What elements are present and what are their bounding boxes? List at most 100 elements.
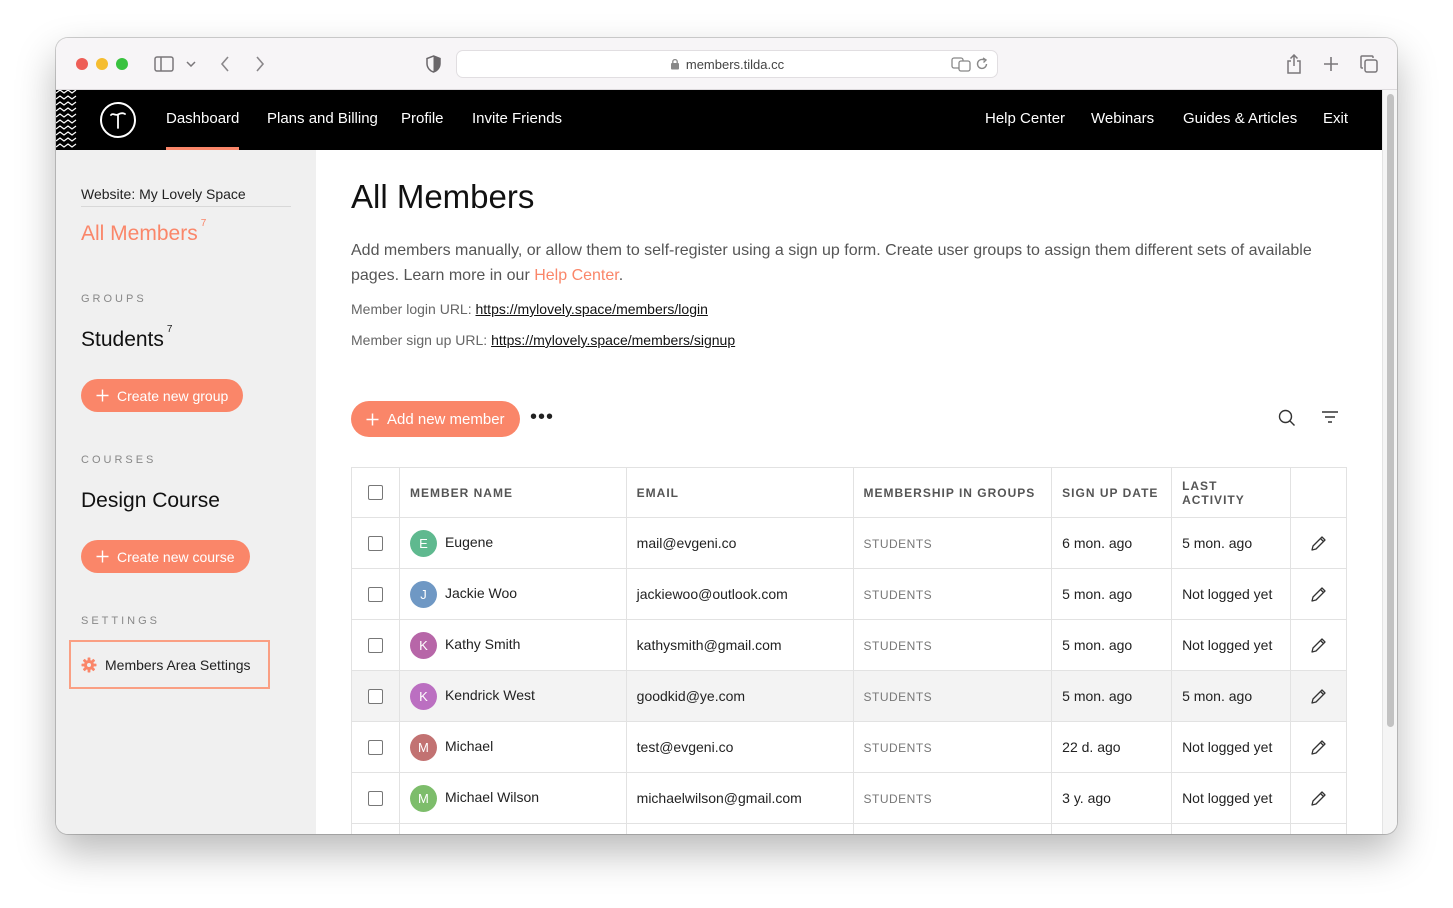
table-row[interactable]: K Kathy Smith kathysmith@gmail.com STUDENTS… bbox=[351, 619, 1347, 671]
table-row[interactable]: M Michael test@evgeni.co STUDENTS 22 d. ago N… bbox=[351, 721, 1347, 773]
translate-icon[interactable] bbox=[951, 56, 971, 75]
sidebar-item-design-course[interactable]: Design Course bbox=[81, 489, 220, 513]
table-row[interactable]: M Michael Wilson michaelwilson@gmail.com ST… bbox=[351, 772, 1347, 824]
nav-plans-billing[interactable]: Plans and Billing bbox=[267, 90, 378, 150]
signup-date: 5 mon. ago bbox=[1051, 670, 1173, 722]
edit-pencil-icon[interactable] bbox=[1301, 688, 1336, 705]
chevron-down-icon[interactable] bbox=[185, 52, 197, 76]
edit-pencil-icon[interactable] bbox=[1301, 535, 1336, 552]
last-activity: Not logged yet bbox=[1171, 619, 1292, 671]
column-header-email[interactable]: EMAIL bbox=[625, 467, 854, 518]
member-name[interactable]: Kendrick West bbox=[445, 687, 535, 703]
column-header-name[interactable]: MEMBER NAME bbox=[398, 467, 627, 518]
edit-cell bbox=[1290, 568, 1347, 620]
nav-invite-friends[interactable]: Invite Friends bbox=[472, 90, 562, 150]
select-all-cell bbox=[351, 467, 400, 518]
row-checkbox[interactable] bbox=[367, 638, 383, 654]
table-row[interactable]: K Kendrick West goodkid@ye.com STUDENTS 5 mo… bbox=[351, 670, 1347, 722]
member-name[interactable]: Michael bbox=[445, 738, 493, 754]
help-center-link[interactable]: Help Center bbox=[534, 267, 619, 284]
minimize-window-button[interactable] bbox=[96, 58, 108, 70]
zoom-window-button[interactable] bbox=[116, 58, 128, 70]
description-end: . bbox=[618, 267, 624, 284]
search-icon[interactable] bbox=[1278, 409, 1296, 427]
settings-item-label: Members Area Settings bbox=[105, 656, 251, 673]
nav-webinars[interactable]: Webinars bbox=[1091, 90, 1154, 150]
member-name-cell: K Kendrick West bbox=[398, 670, 627, 722]
shield-icon[interactable] bbox=[424, 52, 442, 76]
nav-profile[interactable]: Profile bbox=[401, 90, 444, 150]
address-bar[interactable]: members.tilda.cc bbox=[456, 50, 998, 78]
sidebar: Website: My Lovely Space All Members 7 GR… bbox=[56, 150, 316, 834]
edit-pencil-icon[interactable] bbox=[1301, 637, 1336, 654]
sidebar-item-students[interactable]: Students 7 bbox=[81, 324, 172, 352]
row-select-cell bbox=[351, 619, 400, 671]
share-icon[interactable] bbox=[1284, 52, 1304, 76]
row-checkbox[interactable] bbox=[367, 740, 383, 756]
nav-exit[interactable]: Exit bbox=[1323, 90, 1348, 150]
create-course-button[interactable]: Create new course bbox=[81, 540, 250, 573]
group-tag: STUDENTS bbox=[863, 690, 933, 704]
reload-icon[interactable] bbox=[975, 56, 989, 75]
row-checkbox[interactable] bbox=[367, 791, 383, 807]
sidebar-item-all-members[interactable]: All Members 7 bbox=[81, 218, 206, 246]
lock-icon bbox=[670, 58, 680, 70]
plus-icon bbox=[96, 550, 109, 563]
members-area-settings-item[interactable]: Members Area Settings bbox=[69, 640, 270, 689]
tab-overview-icon[interactable] bbox=[1358, 52, 1380, 76]
edit-cell bbox=[1290, 721, 1347, 773]
close-window-button[interactable] bbox=[76, 58, 88, 70]
page-description: Add members manually, or allow them to s… bbox=[351, 238, 1361, 288]
member-email: jackiewoo@outlook.com bbox=[625, 568, 854, 620]
table-row[interactable]: E Eugene mail@evgeni.co STUDENTS 6 mon. ago 5… bbox=[351, 517, 1347, 569]
edit-pencil-icon[interactable] bbox=[1301, 586, 1336, 603]
more-options-button[interactable]: ••• bbox=[530, 406, 554, 429]
last-activity: Not logged yet bbox=[1171, 721, 1292, 773]
row-checkbox[interactable] bbox=[367, 689, 383, 705]
table-row[interactable]: J Jackie Woo jackiewoo@outlook.com STUDENTS… bbox=[351, 568, 1347, 620]
website-label[interactable]: Website: My Lovely Space bbox=[81, 186, 291, 207]
table-header-row: MEMBER NAME EMAIL MEMBERSHIP IN GROUPS S… bbox=[351, 467, 1347, 518]
login-url-link[interactable]: https://mylovely.space/members/login bbox=[476, 301, 708, 317]
member-name-cell: J Jackie Woo bbox=[398, 568, 627, 620]
scrollbar-thumb[interactable] bbox=[1387, 94, 1394, 727]
column-header-signup[interactable]: SIGN UP DATE bbox=[1051, 467, 1173, 518]
select-all-checkbox[interactable] bbox=[367, 485, 383, 501]
nav-guides-articles[interactable]: Guides & Articles bbox=[1183, 90, 1297, 150]
row-select-cell bbox=[351, 721, 400, 773]
member-name[interactable]: Eugene bbox=[445, 534, 493, 550]
back-icon[interactable] bbox=[218, 52, 232, 76]
filter-icon[interactable] bbox=[1321, 409, 1339, 425]
sidebar-item-label: Students bbox=[81, 328, 164, 351]
column-header-actions bbox=[1290, 467, 1347, 518]
new-tab-icon[interactable] bbox=[1321, 52, 1341, 76]
member-groups-cell: STUDENTS bbox=[852, 517, 1053, 569]
forward-icon[interactable] bbox=[253, 52, 267, 76]
signup-date: 6 mon. ago bbox=[1051, 517, 1173, 569]
member-email: goodkid@ye.com bbox=[625, 670, 854, 722]
avatar: E bbox=[409, 529, 437, 557]
signup-url-line: Member sign up URL: https://mylovely.spa… bbox=[351, 332, 735, 348]
signup-url-link[interactable]: https://mylovely.space/members/signup bbox=[491, 332, 735, 348]
edit-pencil-icon[interactable] bbox=[1301, 790, 1336, 807]
edit-pencil-icon[interactable] bbox=[1301, 739, 1336, 756]
address-url: members.tilda.cc bbox=[685, 56, 785, 72]
member-name[interactable]: Kathy Smith bbox=[445, 636, 520, 652]
row-checkbox[interactable] bbox=[367, 587, 383, 603]
nav-dashboard[interactable]: Dashboard bbox=[166, 90, 240, 150]
tilda-logo[interactable] bbox=[100, 102, 136, 138]
nav-help-center[interactable]: Help Center bbox=[985, 90, 1065, 150]
avatar: J bbox=[409, 580, 437, 608]
last-activity: Not logged yet bbox=[1171, 772, 1292, 824]
member-name[interactable]: Jackie Woo bbox=[445, 585, 517, 601]
add-member-button[interactable]: Add new member bbox=[351, 401, 520, 437]
login-url-line: Member login URL: https://mylovely.space… bbox=[351, 301, 708, 317]
row-select-cell bbox=[351, 517, 400, 569]
sidebar-toggle-icon[interactable] bbox=[153, 52, 175, 76]
column-header-activity[interactable]: LAST ACTIVITY bbox=[1171, 467, 1292, 518]
column-header-groups[interactable]: MEMBERSHIP IN GROUPS bbox=[852, 467, 1053, 518]
row-checkbox[interactable] bbox=[367, 536, 383, 552]
member-name[interactable]: Michael Wilson bbox=[445, 789, 539, 805]
create-group-button[interactable]: Create new group bbox=[81, 379, 244, 412]
page-scrollbar[interactable] bbox=[1382, 90, 1397, 834]
